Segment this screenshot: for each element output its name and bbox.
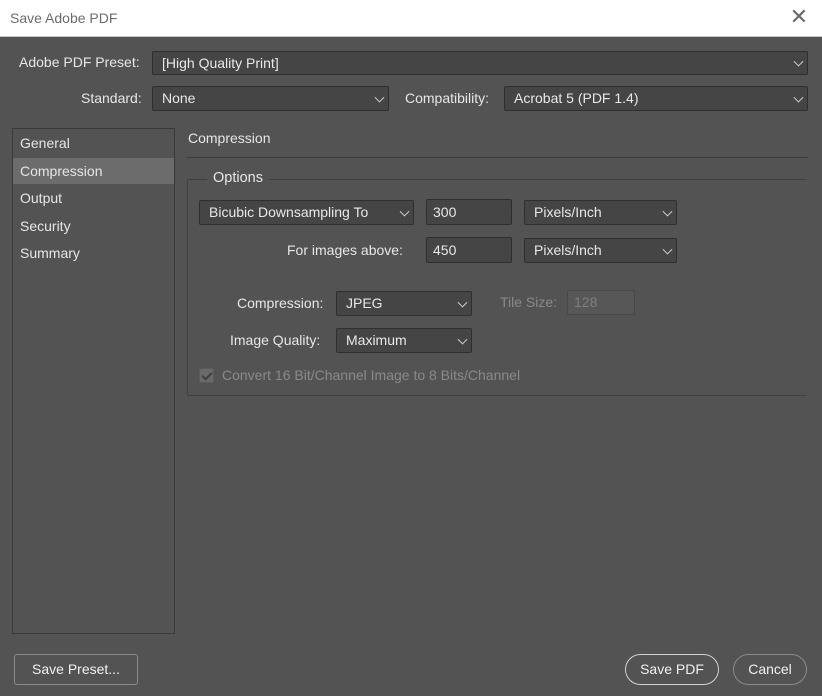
compression-value: JPEG xyxy=(346,295,383,311)
image-quality-value: Maximum xyxy=(346,332,407,348)
chevron-down-icon xyxy=(793,56,804,67)
cancel-button[interactable]: Cancel xyxy=(733,654,807,685)
close-icon[interactable]: ✕ xyxy=(788,6,810,28)
preset-dropdown[interactable]: [High Quality Print] xyxy=(152,51,808,75)
category-sidebar: General Compression Output Security Summ… xyxy=(12,128,175,634)
convert-16bit-label: Convert 16 Bit/Channel Image to 8 Bits/C… xyxy=(222,367,521,383)
preset-value: [High Quality Print] xyxy=(162,55,279,71)
sidebar-item-output[interactable]: Output xyxy=(13,185,174,211)
tile-size-input[interactable]: 128 xyxy=(567,290,635,315)
standard-value: None xyxy=(162,90,196,106)
preset-label: Adobe PDF Preset: xyxy=(19,54,140,70)
chevron-down-icon xyxy=(457,334,468,345)
compression-label: Compression: xyxy=(237,295,324,311)
compatibility-dropdown[interactable]: Acrobat 5 (PDF 1.4) xyxy=(504,86,808,111)
title-bar: Save Adobe PDF ✕ xyxy=(0,0,822,37)
downsampling-method-value: Bicubic Downsampling To xyxy=(209,204,369,220)
sidebar-item-compression[interactable]: Compression xyxy=(13,158,174,184)
downsampling-method-dropdown[interactable]: Bicubic Downsampling To xyxy=(199,200,414,225)
standard-label: Standard: xyxy=(81,90,142,106)
images-above-input[interactable]: 450 xyxy=(426,237,512,263)
compression-dropdown[interactable]: JPEG xyxy=(336,291,472,316)
downsampling-unit-value: Pixels/Inch xyxy=(534,204,602,220)
sidebar-item-label: General xyxy=(20,135,70,151)
sidebar-item-summary[interactable]: Summary xyxy=(13,240,174,266)
convert-16bit-checkbox[interactable] xyxy=(199,368,214,383)
window-title: Save Adobe PDF xyxy=(10,10,118,26)
chevron-down-icon xyxy=(457,297,468,308)
save-preset-button[interactable]: Save Preset... xyxy=(14,654,138,685)
chevron-down-icon xyxy=(374,92,385,103)
options-legend: Options xyxy=(207,170,269,186)
compatibility-label: Compatibility: xyxy=(405,90,490,106)
downsampling-resolution-input[interactable]: 300 xyxy=(426,199,512,225)
chevron-down-icon xyxy=(662,244,673,255)
panel-title: Compression xyxy=(188,130,271,146)
save-pdf-button[interactable]: Save PDF xyxy=(625,654,719,685)
sidebar-item-label: Compression xyxy=(20,163,103,179)
chevron-down-icon xyxy=(399,206,410,217)
chevron-down-icon xyxy=(662,206,673,217)
sidebar-item-label: Output xyxy=(20,190,63,206)
sidebar-item-security[interactable]: Security xyxy=(13,213,174,239)
chevron-down-icon xyxy=(793,92,804,103)
tile-size-label: Tile Size: xyxy=(500,294,558,310)
images-above-unit-value: Pixels/Inch xyxy=(534,242,602,258)
compatibility-value: Acrobat 5 (PDF 1.4) xyxy=(514,90,639,106)
panel-divider xyxy=(187,157,808,158)
image-quality-label: Image Quality: xyxy=(230,332,321,348)
images-above-unit-dropdown[interactable]: Pixels/Inch xyxy=(524,238,677,263)
sidebar-item-general[interactable]: General xyxy=(13,130,174,156)
standard-dropdown[interactable]: None xyxy=(152,86,389,111)
sidebar-item-label: Summary xyxy=(20,245,80,261)
images-above-label: For images above: xyxy=(287,242,403,258)
downsampling-unit-dropdown[interactable]: Pixels/Inch xyxy=(524,200,677,225)
image-quality-dropdown[interactable]: Maximum xyxy=(336,328,472,353)
sidebar-item-label: Security xyxy=(20,218,71,234)
